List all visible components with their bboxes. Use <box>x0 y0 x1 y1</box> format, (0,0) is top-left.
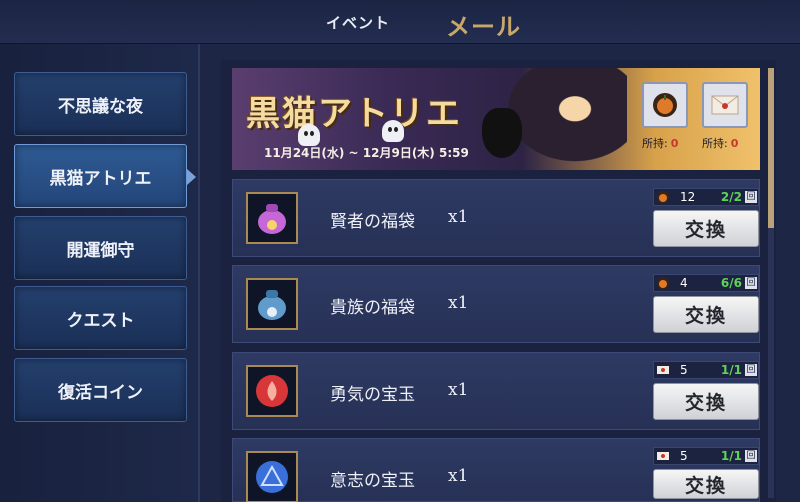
cost-box: 4 6/6 回 交換 <box>653 274 759 336</box>
tab-event[interactable]: イベント <box>326 12 390 33</box>
exchange-limit: 2/2 <box>720 190 742 204</box>
cost-line: 5 1/1 回 <box>653 447 759 465</box>
purple-lucky-bag-icon <box>246 192 298 244</box>
item-name: 貴族の福袋 <box>330 298 415 318</box>
exchange-limit: 1/1 <box>720 449 742 463</box>
exchange-button[interactable]: 交換 <box>653 383 759 420</box>
currency-owned-letter: 所持: 0 <box>702 137 739 150</box>
sidebar-item-revival-coin[interactable]: 復活コイン <box>14 358 187 422</box>
pumpkin-coin-icon <box>653 93 677 117</box>
sidebar-item-kaiun-omamori[interactable]: 開運御守 <box>14 216 187 280</box>
cost-value: 4 <box>680 276 688 290</box>
item-name: 賢者の福袋 <box>330 212 415 232</box>
currency-owned-pumpkin: 所持: 0 <box>642 137 679 150</box>
list-item: 貴族の福袋 x1 4 6/6 回 交換 <box>232 265 760 343</box>
currency-slot-letter <box>702 82 748 128</box>
blue-lucky-bag-icon <box>246 278 298 330</box>
limit-unit: 回 <box>745 364 757 376</box>
list-item: 勇気の宝玉 x1 5 1/1 回 交換 <box>232 352 760 430</box>
letter-envelope-icon <box>657 452 669 460</box>
exchange-limit: 1/1 <box>720 363 742 377</box>
event-banner: 黒猫アトリエ 11月24日(水) ~ 12月9日(木) 5:59 所持: 0 所持… <box>232 68 760 170</box>
sidebar-item-kuroneko-atelier[interactable]: 黒猫アトリエ <box>14 144 196 208</box>
scrollbar[interactable] <box>768 68 774 498</box>
cost-value: 5 <box>680 363 688 377</box>
tab-mail[interactable]: メール <box>446 7 521 42</box>
exchange-limit: 6/6 <box>720 276 742 290</box>
cost-value: 12 <box>680 190 696 204</box>
item-quantity: x1 <box>448 207 469 227</box>
item-quantity: x1 <box>448 380 469 400</box>
currency-slot-pumpkin <box>642 82 688 128</box>
item-quantity: x1 <box>448 466 469 486</box>
sidebar-item-fushigi-night[interactable]: 不思議な夜 <box>14 72 187 136</box>
cost-line: 4 6/6 回 <box>653 274 759 292</box>
item-name: 意志の宝玉 <box>330 471 415 491</box>
exchange-button[interactable]: 交換 <box>653 296 759 333</box>
cost-box: 12 2/2 回 交換 <box>653 188 759 250</box>
item-name: 勇気の宝玉 <box>330 385 415 405</box>
cost-value: 5 <box>680 449 688 463</box>
exchange-button[interactable]: 交換 <box>653 469 759 499</box>
limit-unit: 回 <box>745 277 757 289</box>
cost-line: 12 2/2 回 <box>653 188 759 206</box>
cost-box: 5 1/1 回 交換 <box>653 361 759 423</box>
letter-envelope-icon <box>657 366 669 374</box>
exchange-button[interactable]: 交換 <box>653 210 759 247</box>
ghost-icon <box>382 120 404 142</box>
item-quantity: x1 <box>448 293 469 313</box>
list-item: 意志の宝玉 x1 5 1/1 回 交換 <box>232 438 760 502</box>
scroll-thumb[interactable] <box>768 68 774 228</box>
cost-line: 5 1/1 回 <box>653 361 759 379</box>
list-item: 賢者の福袋 x1 12 2/2 回 交換 <box>232 179 760 257</box>
blue-triangle-orb-icon <box>246 451 298 502</box>
banner-title: 黒猫アトリエ <box>246 94 462 134</box>
event-date-range: 11月24日(水) ~ 12月9日(木) 5:59 <box>264 146 469 160</box>
sidebar-item-label: 復活コイン <box>58 382 143 403</box>
cost-box: 5 1/1 回 交換 <box>653 447 759 502</box>
black-cat-mask-icon <box>482 108 522 158</box>
limit-unit: 回 <box>745 450 757 462</box>
red-fire-orb-icon <box>246 365 298 417</box>
sidebar-item-label: クエスト <box>66 310 135 331</box>
sidebar: 不思議な夜 黒猫アトリエ 開運御守 クエスト 復活コイン <box>0 44 200 502</box>
letter-envelope-icon <box>711 95 739 115</box>
pumpkin-coin-icon <box>657 277 669 289</box>
pumpkin-coin-icon <box>657 191 669 203</box>
sidebar-item-label: 不思議な夜 <box>58 96 143 117</box>
sidebar-item-quest[interactable]: クエスト <box>14 286 187 350</box>
limit-unit: 回 <box>745 191 757 203</box>
ghost-icon <box>298 124 320 146</box>
sidebar-item-label: 黒猫アトリエ <box>49 168 152 189</box>
sidebar-item-label: 開運御守 <box>66 240 135 261</box>
top-navigation-bar: イベント メール <box>0 0 800 49</box>
